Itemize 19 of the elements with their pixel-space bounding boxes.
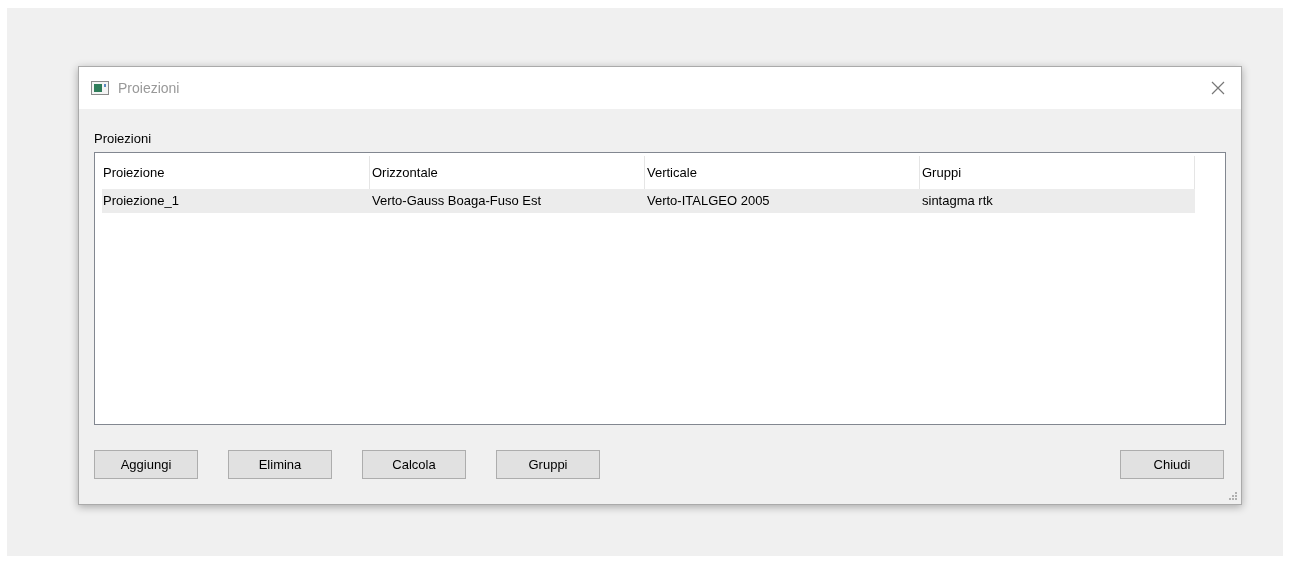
table-cell-text: sintagma rtk xyxy=(921,192,994,211)
window-title: Proiezioni xyxy=(118,78,180,98)
column-header[interactable]: Orizzontale xyxy=(370,156,645,189)
table-row[interactable]: Proiezione_1 Verto-Gauss Boaga-Fuso Est Verto-ITALGEO 2005 sintagma rtk xyxy=(102,189,1195,213)
table-cell-text: Verto-ITALGEO 2005 xyxy=(646,192,771,211)
close-button[interactable]: Chiudi xyxy=(1120,450,1224,479)
action-button[interactable]: Gruppi xyxy=(496,450,600,479)
table-cell-text: Proiezione_1 xyxy=(102,192,180,211)
action-button[interactable]: Aggiungi xyxy=(94,450,198,479)
action-button[interactable]: Calcola xyxy=(362,450,466,479)
column-header[interactable]: Proiezione xyxy=(102,156,370,189)
group-label: Proiezioni xyxy=(94,131,153,147)
column-header[interactable]: Gruppi xyxy=(920,156,1195,189)
close-icon[interactable] xyxy=(1211,81,1225,95)
action-button[interactable]: Elimina xyxy=(228,450,332,479)
resize-grip-icon[interactable] xyxy=(1229,492,1237,500)
column-header[interactable]: Verticale xyxy=(645,156,920,189)
table-cell-text: Verto-Gauss Boaga-Fuso Est xyxy=(371,192,543,211)
window-icon xyxy=(91,81,109,95)
